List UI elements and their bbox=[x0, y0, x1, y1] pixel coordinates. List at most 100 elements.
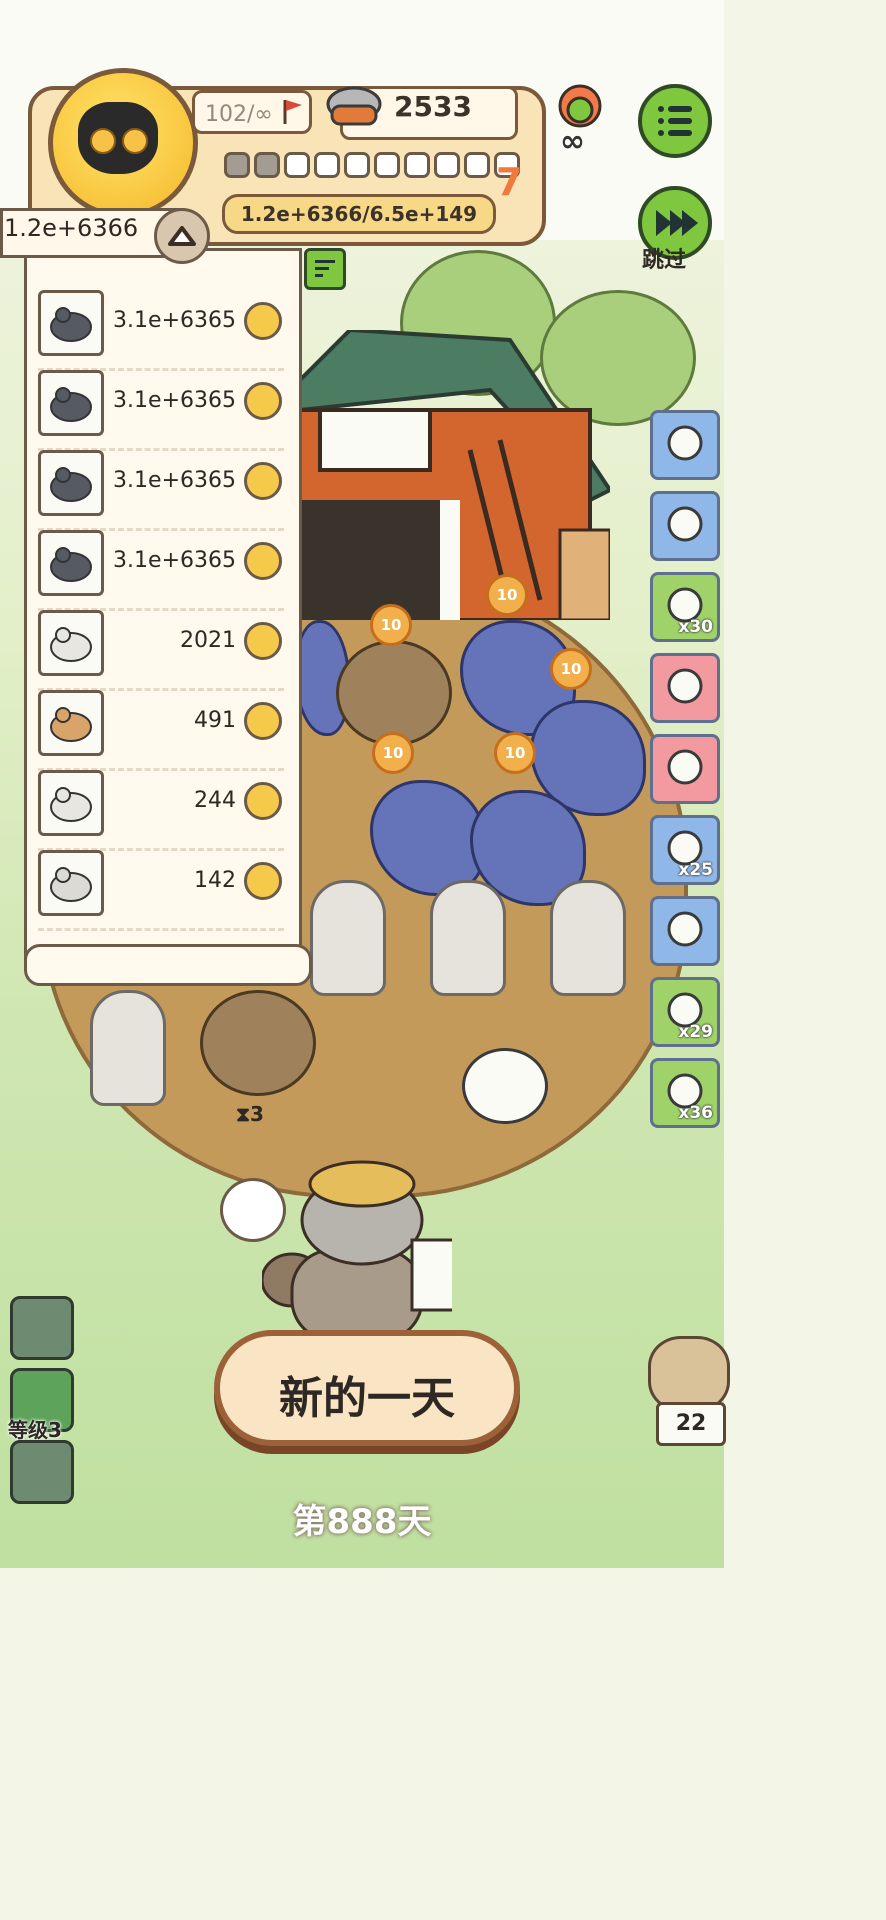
list-item[interactable]: 3.1e+6365 bbox=[38, 290, 284, 371]
skip-label: 跳过 bbox=[642, 248, 687, 273]
row-value: 3.1e+6365 bbox=[113, 388, 236, 413]
list-icon bbox=[658, 106, 692, 136]
paw-icon[interactable] bbox=[244, 462, 282, 500]
heart-potion-icon bbox=[667, 749, 703, 785]
zookeeper-character[interactable] bbox=[262, 1160, 452, 1340]
rabbit-icon bbox=[50, 627, 92, 662]
list-scroll-footer[interactable] bbox=[24, 944, 312, 986]
infinity-label: ∞ bbox=[560, 124, 585, 159]
menu-button[interactable] bbox=[638, 84, 712, 158]
snake[interactable] bbox=[336, 640, 452, 746]
mouse-icon bbox=[50, 307, 92, 342]
progress-slot bbox=[464, 152, 490, 178]
progress-slot bbox=[284, 152, 310, 178]
sheep-button[interactable] bbox=[650, 896, 720, 966]
list-item[interactable]: 142 bbox=[38, 850, 284, 931]
mouse-thumbnail bbox=[38, 290, 104, 356]
list-item[interactable]: 3.1e+6365 bbox=[38, 530, 284, 611]
cat-eye-icon bbox=[122, 128, 148, 154]
row-value: 491 bbox=[194, 708, 236, 733]
sort-icon bbox=[315, 260, 335, 277]
level-badge: 10 bbox=[370, 604, 412, 646]
row-value: 3.1e+6365 bbox=[113, 548, 236, 573]
collapse-button[interactable] bbox=[154, 208, 210, 264]
tent-button[interactable]: x29 bbox=[650, 977, 720, 1047]
row-value: 3.1e+6365 bbox=[113, 468, 236, 493]
level-badge: 10 bbox=[372, 732, 414, 774]
item-count: x29 bbox=[678, 1022, 713, 1042]
worm-button[interactable]: x36 bbox=[650, 1058, 720, 1128]
owl-icon[interactable] bbox=[648, 1336, 730, 1412]
mouse-icon bbox=[50, 467, 92, 502]
list-item[interactable]: 3.1e+6365 bbox=[38, 370, 284, 451]
paw-icon[interactable] bbox=[244, 622, 282, 660]
progress-slot bbox=[404, 152, 430, 178]
hourglass-timer: ⧗3 bbox=[236, 1102, 264, 1126]
cloud-bird-button[interactable] bbox=[650, 653, 720, 723]
food-bowl-icon bbox=[326, 86, 382, 126]
machine-button[interactable] bbox=[650, 491, 720, 561]
mouse-thumbnail bbox=[38, 370, 104, 436]
alpaca[interactable] bbox=[90, 990, 166, 1106]
cloud-bird-icon bbox=[667, 668, 703, 704]
chevron-up-icon bbox=[168, 226, 196, 246]
rabbit-thumbnail bbox=[38, 770, 104, 836]
left-tool-button[interactable] bbox=[10, 1296, 74, 1360]
paw-icon[interactable] bbox=[244, 782, 282, 820]
level-number: 7 bbox=[496, 160, 523, 204]
row-value: 244 bbox=[194, 788, 236, 813]
list-item[interactable]: 491 bbox=[38, 690, 284, 771]
list-item[interactable]: 3.1e+6365 bbox=[38, 450, 284, 531]
population-value: 1.2e+6366/6.5e+149 bbox=[240, 202, 478, 226]
level-badge: 10 bbox=[494, 732, 536, 774]
sort-button[interactable] bbox=[304, 248, 346, 290]
row-divider bbox=[38, 928, 284, 931]
owl-count: 22 bbox=[656, 1402, 726, 1446]
progress-slot bbox=[314, 152, 340, 178]
hamster-icon bbox=[50, 707, 92, 742]
coin-value: 2533 bbox=[394, 90, 472, 123]
ticket-button[interactable]: x30 bbox=[650, 572, 720, 642]
list-item[interactable]: 244 bbox=[38, 770, 284, 851]
barn bbox=[290, 330, 610, 620]
alpaca[interactable] bbox=[550, 880, 626, 996]
snake[interactable] bbox=[200, 990, 316, 1096]
alpaca[interactable] bbox=[310, 880, 386, 996]
progress-slot bbox=[224, 152, 250, 178]
mouse-icon bbox=[50, 387, 92, 422]
new-day-label: 新的一天 bbox=[279, 1373, 455, 1424]
paw-icon[interactable] bbox=[244, 702, 282, 740]
paw-icon[interactable] bbox=[244, 302, 282, 340]
progress-slot bbox=[344, 152, 370, 178]
progress-slots bbox=[224, 152, 524, 182]
level-badge: 10 bbox=[486, 574, 528, 616]
heart-potion-button[interactable] bbox=[650, 734, 720, 804]
quest-scroll-icon[interactable] bbox=[220, 1178, 286, 1242]
day-counter: 第888天 bbox=[292, 1502, 432, 1542]
row-value: 3.1e+6365 bbox=[113, 308, 236, 333]
rabbit[interactable] bbox=[462, 1048, 548, 1124]
row-value: 142 bbox=[194, 868, 236, 893]
row-value: 2021 bbox=[180, 628, 236, 653]
paw-icon[interactable] bbox=[244, 862, 282, 900]
alpaca[interactable] bbox=[430, 880, 506, 996]
hamster-thumbnail bbox=[38, 690, 104, 756]
rabbit-thumbnail bbox=[38, 610, 104, 676]
progress-slot bbox=[434, 152, 460, 178]
list-item[interactable]: 2021 bbox=[38, 610, 284, 691]
ring-icon bbox=[667, 425, 703, 461]
ring-button[interactable] bbox=[650, 410, 720, 480]
paw-icon[interactable] bbox=[244, 542, 282, 580]
mouse-icon bbox=[50, 547, 92, 582]
item-count: x30 bbox=[678, 617, 713, 637]
progress-slot bbox=[254, 152, 280, 178]
level-badge: 10 bbox=[550, 648, 592, 690]
cat-eye-icon bbox=[90, 128, 116, 154]
alpaca-icon bbox=[50, 867, 92, 902]
item-count: x25 bbox=[678, 860, 713, 880]
population-bar: 1.2e+6366/6.5e+149 bbox=[222, 194, 496, 234]
seed-bag-button[interactable]: x25 bbox=[650, 815, 720, 885]
paw-icon[interactable] bbox=[244, 382, 282, 420]
flag-icon bbox=[283, 100, 302, 124]
timer-value: 3 bbox=[250, 1102, 264, 1126]
